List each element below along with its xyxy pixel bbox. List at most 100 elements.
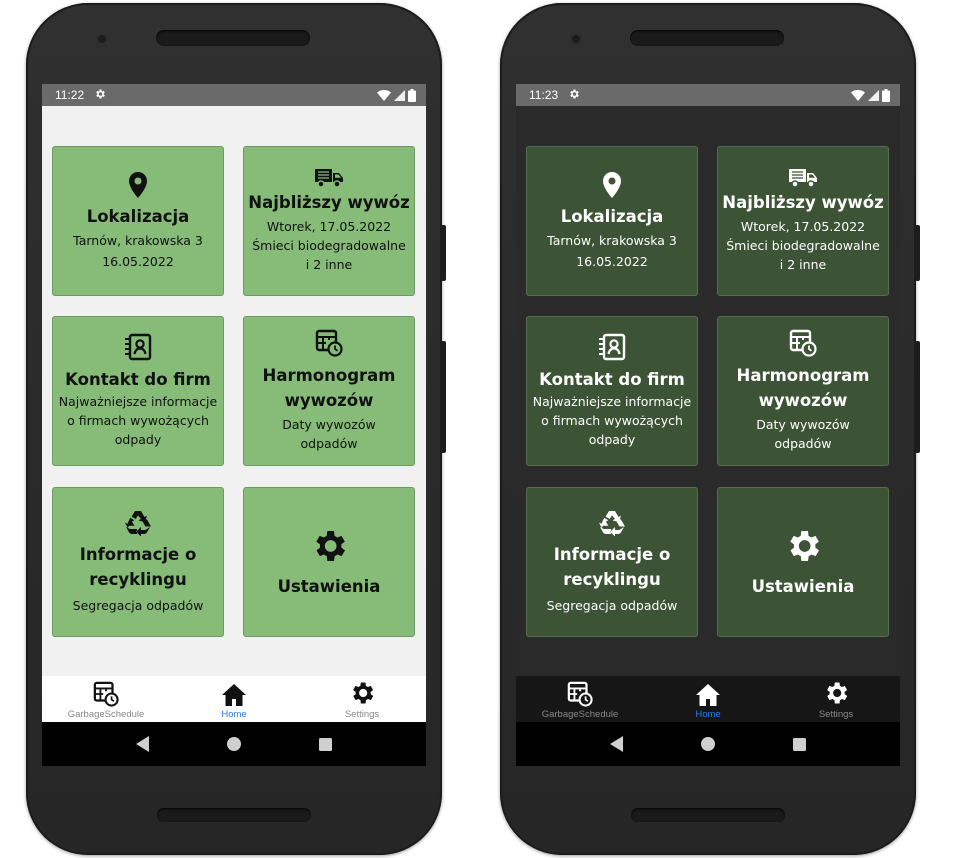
tab-label: GarbageSchedule xyxy=(541,709,619,720)
tab-settings[interactable]: Settings xyxy=(772,676,900,722)
card-title: Informacje o xyxy=(79,544,197,564)
recents-icon[interactable] xyxy=(319,737,333,751)
back-icon[interactable] xyxy=(135,736,150,752)
top-speaker xyxy=(156,30,310,46)
card-title: Najbliższy wywóz xyxy=(722,193,884,212)
top-speaker xyxy=(630,30,784,46)
tab-settings[interactable]: Settings xyxy=(298,676,426,722)
card-line: o firmach wywożących xyxy=(67,413,209,428)
screen-light: 11:22 Lokalizacja Tarnów, krakowska 3 16… xyxy=(42,84,426,766)
card-line: odpadów xyxy=(774,436,832,451)
volume-button xyxy=(915,225,920,281)
card-title: wywozów xyxy=(758,391,848,410)
gear-icon xyxy=(316,530,345,561)
card-line: Najważniejsze informacje xyxy=(532,394,692,409)
map-pin-icon xyxy=(603,171,621,198)
card-line: Śmieci biodegradowalne xyxy=(252,238,406,253)
calendar-clock-icon xyxy=(315,329,343,357)
calendar-clock-icon xyxy=(93,681,119,707)
battery-icon xyxy=(882,88,890,102)
front-camera xyxy=(96,33,108,45)
system-nav-bar xyxy=(516,722,900,766)
card-title: Lokalizacja xyxy=(560,206,664,226)
schedule-card[interactable]: Harmonogram wywozów Daty wywozów odpadów xyxy=(717,316,889,466)
map-pin-icon xyxy=(129,171,147,198)
settings-notification-icon xyxy=(568,88,580,103)
calendar-clock-icon xyxy=(567,681,593,707)
card-line: Najważniejsze informacje xyxy=(58,394,218,409)
back-icon[interactable] xyxy=(609,736,624,752)
gear-icon xyxy=(353,682,374,704)
card-title: Lokalizacja xyxy=(86,206,190,226)
location-card[interactable]: Lokalizacja Tarnów, krakowska 3 16.05.20… xyxy=(526,146,698,296)
card-title: Informacje o xyxy=(553,544,671,564)
card-line: 16.05.2022 xyxy=(102,253,174,269)
battery-icon xyxy=(408,88,416,102)
bottom-speaker xyxy=(157,808,311,822)
recents-icon[interactable] xyxy=(793,737,807,751)
card-title: Ustawienia xyxy=(277,576,381,596)
contact-card[interactable]: Kontakt do firm Najważniejsze informacje… xyxy=(526,316,698,466)
front-camera xyxy=(570,33,582,45)
card-line: Wtorek, 17.05.2022 xyxy=(266,219,392,234)
home-icon xyxy=(696,684,720,706)
card-title: recyklingu xyxy=(563,569,661,589)
recycle-icon xyxy=(125,510,151,536)
card-line: odpadów xyxy=(300,436,358,451)
card-line: odpady xyxy=(114,432,162,447)
recycling-card[interactable]: Informacje o recyklingu Segregacja odpad… xyxy=(526,487,698,637)
card-line: i 2 inne xyxy=(779,257,827,272)
tab-home[interactable]: Home xyxy=(644,676,772,722)
card-title: Kontakt do firm xyxy=(539,370,685,389)
wifi-icon xyxy=(851,89,865,101)
card-title: Najbliższy wywóz xyxy=(248,193,410,212)
home-circle-icon[interactable] xyxy=(701,737,716,751)
calendar-clock-icon xyxy=(789,329,817,357)
contact-card[interactable]: Kontakt do firm Najważniejsze informacje… xyxy=(52,316,224,466)
card-title: Harmonogram xyxy=(262,366,396,385)
card-line: Tarnów, krakowska 3 xyxy=(547,232,677,248)
contact-card-icon xyxy=(599,333,626,361)
phone-frame-dark: 11:23 Lokalizacja Tarnów, krakowska 3 16… xyxy=(500,3,920,855)
bottom-tab-bar: GarbageSchedule Home Settings xyxy=(516,676,900,722)
recycle-icon xyxy=(599,510,625,536)
status-time: 11:22 xyxy=(55,88,85,102)
next-pickup-card[interactable]: Najbliższy wywóz Wtorek, 17.05.2022 Śmie… xyxy=(243,146,415,296)
screen-dark: 11:23 Lokalizacja Tarnów, krakowska 3 16… xyxy=(516,84,900,766)
location-card[interactable]: Lokalizacja Tarnów, krakowska 3 16.05.20… xyxy=(52,146,224,296)
card-line: Śmieci biodegradowalne xyxy=(726,238,880,253)
settings-notification-icon xyxy=(94,88,106,103)
tab-garbage-schedule[interactable]: GarbageSchedule xyxy=(516,676,644,722)
card-line: Tarnów, krakowska 3 xyxy=(73,232,203,248)
phone-frame-light: 11:22 Lokalizacja Tarnów, krakowska 3 16… xyxy=(26,3,446,855)
tab-label: Settings xyxy=(344,709,380,720)
card-line: o firmach wywożących xyxy=(541,413,683,428)
card-title: Harmonogram xyxy=(736,366,870,385)
card-line: odpady xyxy=(588,432,636,447)
volume-button xyxy=(441,225,446,281)
schedule-card[interactable]: Harmonogram wywozów Daty wywozów odpadów xyxy=(243,316,415,466)
tab-label: Home xyxy=(221,709,247,720)
status-bar: 11:22 xyxy=(42,84,426,106)
tab-label: Settings xyxy=(818,709,854,720)
recycling-card[interactable]: Informacje o recyklingu Segregacja odpad… xyxy=(52,487,224,637)
truck-icon xyxy=(315,169,343,188)
power-button xyxy=(441,341,446,453)
card-line: Wtorek, 17.05.2022 xyxy=(740,219,866,234)
bottom-tab-bar: GarbageSchedule Home Settings xyxy=(42,676,426,722)
wifi-icon xyxy=(377,89,391,101)
next-pickup-card[interactable]: Najbliższy wywóz Wtorek, 17.05.2022 Śmie… xyxy=(717,146,889,296)
card-line: Segregacja odpadów xyxy=(72,597,204,613)
home-content: Lokalizacja Tarnów, krakowska 3 16.05.20… xyxy=(516,106,900,676)
home-circle-icon[interactable] xyxy=(227,737,242,751)
gear-icon xyxy=(790,530,819,561)
settings-card[interactable]: Ustawienia xyxy=(717,487,889,637)
card-line: Segregacja odpadów xyxy=(546,597,678,613)
status-time: 11:23 xyxy=(529,88,559,102)
system-nav-bar xyxy=(42,722,426,766)
card-title: Ustawienia xyxy=(751,576,855,596)
tab-home[interactable]: Home xyxy=(170,676,298,722)
tab-garbage-schedule[interactable]: GarbageSchedule xyxy=(42,676,170,722)
settings-card[interactable]: Ustawienia xyxy=(243,487,415,637)
card-title: wywozów xyxy=(284,391,374,410)
